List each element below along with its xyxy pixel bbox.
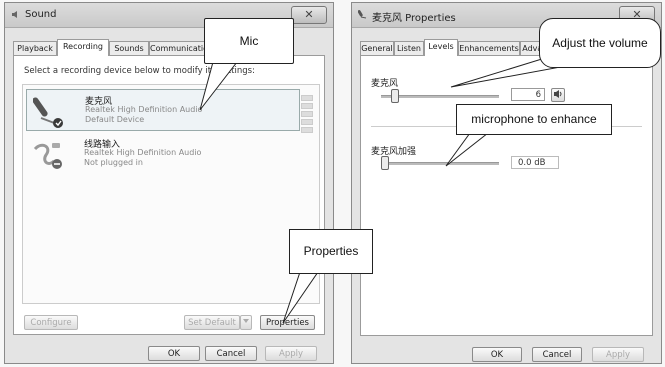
mic-callout: Mic <box>204 18 294 64</box>
microphone-boost-track <box>381 162 499 165</box>
microphone-level-label: 麦克风 <box>371 79 399 89</box>
set-default-dropdown[interactable] <box>240 315 252 330</box>
microphone-icon <box>358 10 367 19</box>
configure-button[interactable]: Configure <box>24 315 78 330</box>
microphone-icon <box>33 97 63 128</box>
recording-instruction: Select a recording device below to modif… <box>24 66 255 76</box>
tab-levels[interactable]: Levels <box>424 39 458 56</box>
cancel-button[interactable]: Cancel <box>205 346 257 361</box>
ok-button[interactable]: OK <box>472 347 522 362</box>
level-meter <box>301 95 313 133</box>
tab-enhancements[interactable]: Enhancements <box>458 41 520 55</box>
microphone-level-slider[interactable] <box>391 89 399 103</box>
tab-sounds[interactable]: Sounds <box>109 41 149 55</box>
device-driver: Realtek High Definition Audio <box>84 148 202 157</box>
speaker-icon <box>12 11 17 18</box>
sound-close-button[interactable]: ✕ <box>291 6 327 24</box>
enhance-callout: microphone to enhance <box>456 104 612 135</box>
properties-callout: Properties <box>289 229 373 274</box>
sound-title: Sound <box>25 9 57 20</box>
microphone-boost-slider[interactable] <box>381 156 389 170</box>
device-status: Default Device <box>85 115 145 124</box>
tab-playback[interactable]: Playback <box>13 41 57 55</box>
tab-listen[interactable]: Listen <box>394 41 424 55</box>
device-row-microphone[interactable]: 麦克风 Realtek High Definition Audio Defaul… <box>26 89 313 133</box>
mute-toggle[interactable] <box>551 88 565 102</box>
ok-button[interactable]: OK <box>148 346 200 361</box>
microphone-boost-value: 0.0 dB <box>511 156 559 169</box>
microphone-boost-label: 麦克风加强 <box>371 147 417 157</box>
tab-recording[interactable]: Recording <box>57 39 109 56</box>
volume-callout: Adjust the volume <box>539 18 661 68</box>
cancel-button[interactable]: Cancel <box>532 347 582 362</box>
tab-general[interactable]: General <box>360 41 394 55</box>
properties-button[interactable]: Properties <box>260 315 315 330</box>
device-status: Not plugged in <box>84 158 143 167</box>
apply-button[interactable]: Apply <box>265 346 317 361</box>
device-driver: Realtek High Definition Audio <box>85 105 203 114</box>
properties-title: 麦克风 Properties <box>372 13 456 24</box>
levels-panel: 麦克风 6 麦克风加强 0.0 dB <box>360 55 653 336</box>
speaker-icon <box>554 90 562 98</box>
apply-button[interactable]: Apply <box>592 347 644 362</box>
recording-panel: Select a recording device below to modif… <box>13 55 325 335</box>
recording-device-list: 麦克风 Realtek High Definition Audio Defaul… <box>22 84 320 304</box>
device-row-line-in[interactable]: 线路输入 Realtek High Definition Audio Not p… <box>26 133 298 173</box>
set-default-button[interactable]: Set Default <box>184 315 240 330</box>
chevron-down-icon <box>243 319 249 323</box>
line-in-icon <box>33 143 62 169</box>
microphone-level-value[interactable]: 6 <box>511 88 545 101</box>
